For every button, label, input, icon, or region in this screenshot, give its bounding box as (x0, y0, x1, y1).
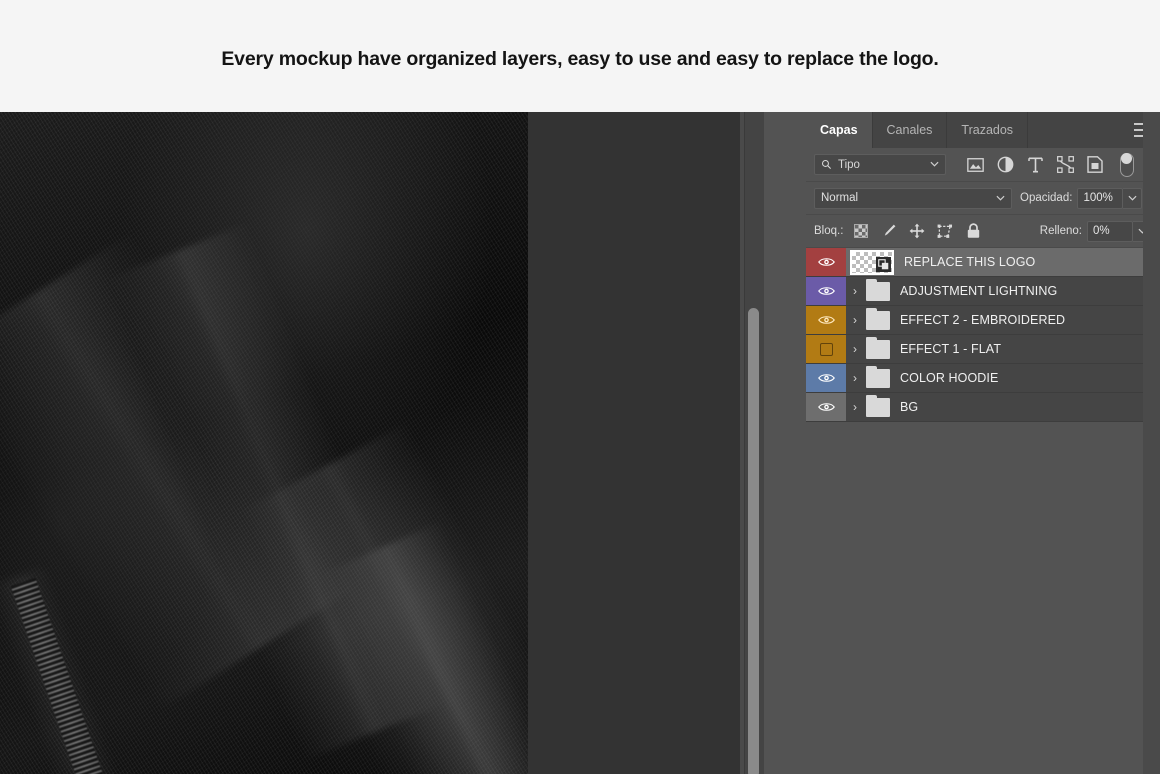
layer-name: ADJUSTMENT LIGHTNING (900, 284, 1058, 298)
eye-icon (817, 258, 835, 266)
chevron-right-icon[interactable]: › (846, 401, 864, 413)
table-row[interactable]: › ADJUSTMENT LIGHTNING (806, 277, 1143, 306)
blend-mode-select[interactable]: Normal (814, 187, 1012, 209)
canvas-workspace (528, 112, 740, 774)
layer-name: EFFECT 2 - EMBROIDERED (900, 313, 1066, 327)
layer-filter-bar: Tipo (806, 148, 1160, 182)
blend-mode-bar: Normal Opacidad: 100% (806, 182, 1160, 215)
lock-artboard-nesting-icon[interactable] (937, 223, 953, 239)
chevron-right-icon[interactable]: › (846, 285, 864, 297)
layer-visibility-toggle[interactable] (806, 248, 846, 276)
blend-mode-value: Normal (821, 192, 859, 204)
chevron-right-icon[interactable]: › (846, 372, 864, 384)
layer-thumbnail[interactable] (850, 249, 894, 275)
layer-visibility-toggle[interactable] (806, 393, 846, 421)
layer-name: REPLACE THIS LOGO (904, 255, 1036, 269)
lock-image-pixels-icon[interactable] (881, 223, 897, 239)
filter-type-select[interactable]: Tipo (814, 154, 946, 175)
layer-visibility-toggle[interactable] (806, 335, 846, 363)
tab-trazados-label: Trazados (961, 123, 1014, 137)
folder-icon (866, 278, 890, 301)
tab-capas[interactable]: Capas (806, 112, 873, 148)
tab-canales-label: Canales (886, 123, 933, 137)
smart-object-badge (876, 256, 891, 272)
layer-name: EFFECT 1 - FLAT (900, 342, 1002, 356)
folder-icon (866, 394, 890, 417)
panel-gap (764, 112, 806, 774)
eye-icon (817, 316, 835, 324)
lock-label: Bloq.: (814, 225, 844, 237)
chevron-down-icon (1128, 195, 1137, 201)
type-layer-filter-icon[interactable] (1026, 156, 1044, 174)
search-icon (821, 159, 832, 170)
eye-icon (817, 403, 835, 411)
panel-right-edge (1143, 112, 1160, 774)
scrollbar-thumb[interactable] (748, 308, 759, 774)
layer-name: COLOR HOODIE (900, 371, 999, 385)
table-row[interactable]: › BG (806, 393, 1143, 422)
adjustment-layer-filter-icon[interactable] (996, 156, 1014, 174)
layer-visibility-toggle[interactable] (806, 306, 846, 334)
table-row[interactable]: REPLACE THIS LOGO (806, 248, 1143, 277)
lock-all-icon[interactable] (965, 223, 981, 239)
page-title: Every mockup have organized layers, easy… (221, 48, 939, 70)
table-row[interactable]: › EFFECT 1 - FLAT (806, 335, 1143, 364)
lock-icon-group (853, 223, 981, 239)
fill-label: Relleno: (1039, 225, 1082, 237)
folder-icon (866, 365, 890, 388)
layer-list: REPLACE THIS LOGO › ADJUSTMENT LIGHTNING (806, 248, 1160, 774)
smart-object-filter-icon[interactable] (1086, 156, 1104, 174)
lock-bar: Bloq.: Relleno: 0% (806, 215, 1160, 248)
tab-canales[interactable]: Canales (873, 112, 948, 148)
tab-trazados[interactable]: Trazados (947, 112, 1029, 148)
filter-enable-toggle[interactable] (1120, 152, 1134, 177)
tab-capas-label: Capas (820, 123, 858, 137)
table-row[interactable]: › EFFECT 2 - EMBROIDERED (806, 306, 1143, 335)
chevron-right-icon[interactable]: › (846, 314, 864, 326)
layer-visibility-toggle[interactable] (806, 277, 846, 305)
eye-icon (817, 287, 835, 295)
layers-panel: Capas Canales Trazados Tipo Normal Opaci… (806, 112, 1160, 774)
layer-name: BG (900, 400, 919, 414)
pixel-layer-filter-icon[interactable] (966, 156, 984, 174)
eye-off-icon (819, 342, 833, 356)
table-row[interactable]: › COLOR HOODIE (806, 364, 1143, 393)
opacity-stepper-caret[interactable] (1123, 187, 1143, 209)
folder-icon (866, 336, 890, 359)
panel-tabbar: Capas Canales Trazados (806, 112, 1160, 148)
opacity-value: 100% (1083, 192, 1113, 204)
layer-visibility-toggle[interactable] (806, 364, 846, 392)
hoodie-fabric-photo (0, 112, 528, 774)
photoshop-mockup-screenshot: Every mockup have organized layers, easy… (0, 0, 1160, 774)
chevron-right-icon[interactable]: › (846, 343, 864, 355)
filter-type-value: Tipo (838, 158, 860, 171)
folder-icon (866, 307, 890, 330)
opacity-label: Opacidad: (1020, 192, 1073, 204)
fill-input[interactable]: 0% (1087, 220, 1133, 242)
fill-value: 0% (1093, 225, 1110, 237)
chevron-down-icon[interactable] (930, 161, 939, 167)
lock-position-icon[interactable] (909, 223, 925, 239)
filter-icon-group (966, 156, 1104, 174)
shape-layer-filter-icon[interactable] (1056, 156, 1074, 174)
opacity-input[interactable]: 100% (1077, 187, 1124, 209)
eye-icon (817, 374, 835, 382)
chevron-down-icon[interactable] (996, 195, 1005, 201)
promo-banner: Every mockup have organized layers, easy… (0, 0, 1160, 112)
lock-transparent-pixels-icon[interactable] (853, 223, 869, 239)
